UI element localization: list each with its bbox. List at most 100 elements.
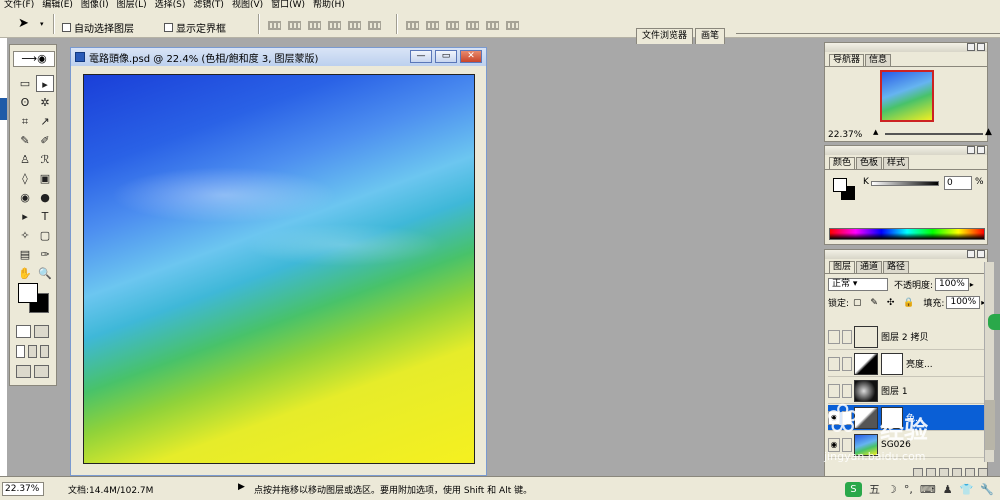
- tab-color[interactable]: 颜色: [829, 157, 856, 169]
- healing-brush-tool-icon[interactable]: ✎: [16, 132, 34, 149]
- history-brush-tool-icon[interactable]: ℛ: [36, 151, 54, 168]
- blur-tool-icon[interactable]: ◉: [16, 189, 34, 206]
- navigator-thumbnail[interactable]: [880, 70, 934, 122]
- layers-scrollbar[interactable]: [984, 262, 995, 462]
- align-hcenter-icon[interactable]: [348, 21, 361, 30]
- pen-tool-icon[interactable]: ✧: [16, 227, 34, 244]
- zoom-tool-icon[interactable]: 🔍: [36, 265, 54, 282]
- menu-image[interactable]: 图像(I): [77, 0, 113, 10]
- layer-row[interactable]: 亮度...: [828, 351, 990, 377]
- scrollbar-thumb[interactable]: [985, 400, 995, 450]
- panel-title-bar[interactable]: [825, 146, 987, 155]
- standard-screen-icon[interactable]: [16, 345, 25, 358]
- magic-wand-tool-icon[interactable]: ✲: [36, 94, 54, 111]
- tab-swatches[interactable]: 色板: [856, 157, 883, 169]
- align-top-icon[interactable]: [268, 21, 281, 30]
- full-screen-icon[interactable]: [40, 345, 49, 358]
- layer-row[interactable]: 图层 2 拷贝: [828, 324, 990, 350]
- tab-file-browser[interactable]: 文件浏览器: [636, 28, 694, 44]
- color-foreground-swatch[interactable]: [833, 178, 847, 192]
- menu-filter[interactable]: 滤镜(T): [189, 0, 228, 10]
- brush-tool-icon[interactable]: ✐: [36, 132, 54, 149]
- crop-tool-icon[interactable]: ⌗: [16, 113, 34, 130]
- menu-view[interactable]: 视图(V): [228, 0, 267, 10]
- clone-stamp-tool-icon[interactable]: ♙: [16, 151, 34, 168]
- panel-title-bar[interactable]: [825, 43, 987, 52]
- slice-tool-icon[interactable]: ↗: [36, 113, 54, 130]
- panel-close-button[interactable]: [977, 250, 985, 258]
- side-widget-icon[interactable]: [988, 314, 1000, 330]
- visibility-toggle[interactable]: [828, 356, 840, 371]
- navigator-zoom-value[interactable]: 22.37%: [828, 130, 862, 140]
- distribute-left-icon[interactable]: [466, 21, 479, 30]
- link-toggle[interactable]: [842, 356, 852, 371]
- checkbox-box[interactable]: [62, 23, 71, 32]
- align-bottom-icon[interactable]: [308, 21, 321, 30]
- image-canvas[interactable]: [83, 74, 475, 464]
- minimize-button[interactable]: —: [410, 50, 432, 63]
- blend-mode-select[interactable]: 正常 ▾: [828, 278, 888, 291]
- path-selection-tool-icon[interactable]: ▸: [16, 208, 34, 225]
- layer-row-selected[interactable]: ◉ 色...: [828, 405, 990, 431]
- panel-close-button[interactable]: [977, 43, 985, 51]
- panel-minimize-button[interactable]: [967, 43, 975, 51]
- type-tool-icon[interactable]: T: [36, 208, 54, 225]
- distribute-hcenter-icon[interactable]: [486, 21, 499, 30]
- color-spectrum-bar[interactable]: [829, 228, 985, 240]
- ime-mode[interactable]: 五: [869, 481, 880, 497]
- status-menu-arrow-icon[interactable]: ▶: [238, 482, 245, 492]
- ime-logo-icon[interactable]: S: [844, 481, 862, 497]
- layer-row[interactable]: ◉ SG026: [828, 432, 990, 458]
- link-toggle[interactable]: [842, 410, 852, 425]
- opacity-arrow-icon[interactable]: ▸: [970, 280, 974, 289]
- fill-input[interactable]: 100%: [946, 296, 981, 309]
- zoom-slider[interactable]: [885, 133, 983, 135]
- eye-icon[interactable]: ◉: [828, 410, 840, 425]
- move-tool-icon[interactable]: ➤: [18, 16, 29, 31]
- tab-brushes[interactable]: 画笔: [695, 28, 726, 44]
- skin-icon[interactable]: 👕: [960, 483, 974, 496]
- close-button[interactable]: ✕: [460, 50, 482, 63]
- full-screen-menu-icon[interactable]: [28, 345, 37, 358]
- k-value-input[interactable]: 0: [944, 176, 972, 190]
- opacity-input[interactable]: 100%: [935, 278, 969, 291]
- menu-file[interactable]: 文件(F): [0, 0, 38, 10]
- panel-minimize-button[interactable]: [967, 250, 975, 258]
- distribute-top-icon[interactable]: [406, 21, 419, 30]
- jump-to-imageready-icon[interactable]: [16, 365, 31, 378]
- maximize-button[interactable]: ▭: [435, 50, 457, 63]
- gradient-tool-icon[interactable]: ▣: [36, 170, 54, 187]
- user-icon[interactable]: ♟: [943, 483, 953, 496]
- show-bounding-box-checkbox[interactable]: 显示定界框: [164, 20, 226, 35]
- keyboard-icon[interactable]: ⌨: [920, 483, 936, 496]
- photoshop-logo-icon[interactable]: ⟶◉: [13, 51, 55, 67]
- tab-navigator[interactable]: 导航器: [829, 54, 865, 66]
- link-toggle[interactable]: [842, 383, 852, 398]
- tab-info[interactable]: 信息: [865, 54, 892, 66]
- distribute-vcenter-icon[interactable]: [426, 21, 439, 30]
- menu-edit[interactable]: 编辑(E): [38, 0, 77, 10]
- tab-paths[interactable]: 路径: [883, 261, 910, 273]
- tab-channels[interactable]: 通道: [856, 261, 883, 273]
- move-tool-icon[interactable]: ▸: [36, 75, 54, 92]
- layer-row[interactable]: 图层 1: [828, 378, 990, 404]
- auto-select-layer-checkbox[interactable]: 自动选择图层: [62, 20, 134, 35]
- align-left-icon[interactable]: [328, 21, 341, 30]
- panel-close-button[interactable]: [977, 146, 985, 154]
- eye-icon[interactable]: ◉: [828, 437, 840, 452]
- menu-select[interactable]: 选择(S): [151, 0, 190, 10]
- dodge-tool-icon[interactable]: ●: [36, 189, 54, 206]
- shape-tool-icon[interactable]: ▢: [36, 227, 54, 244]
- visibility-toggle[interactable]: [828, 383, 840, 398]
- standard-mode-icon[interactable]: [16, 325, 31, 338]
- align-vcenter-icon[interactable]: [288, 21, 301, 30]
- lasso-tool-icon[interactable]: ʘ: [16, 94, 34, 111]
- zoom-out-icon[interactable]: ▲: [873, 128, 878, 136]
- checkbox-box[interactable]: [164, 23, 173, 32]
- distribute-right-icon[interactable]: [506, 21, 519, 30]
- foreground-color-swatch[interactable]: [18, 283, 38, 303]
- tab-styles[interactable]: 样式: [883, 157, 910, 169]
- link-toggle[interactable]: [842, 329, 852, 344]
- quick-mask-mode-icon[interactable]: [34, 325, 49, 338]
- menu-layer[interactable]: 图层(L): [113, 0, 151, 10]
